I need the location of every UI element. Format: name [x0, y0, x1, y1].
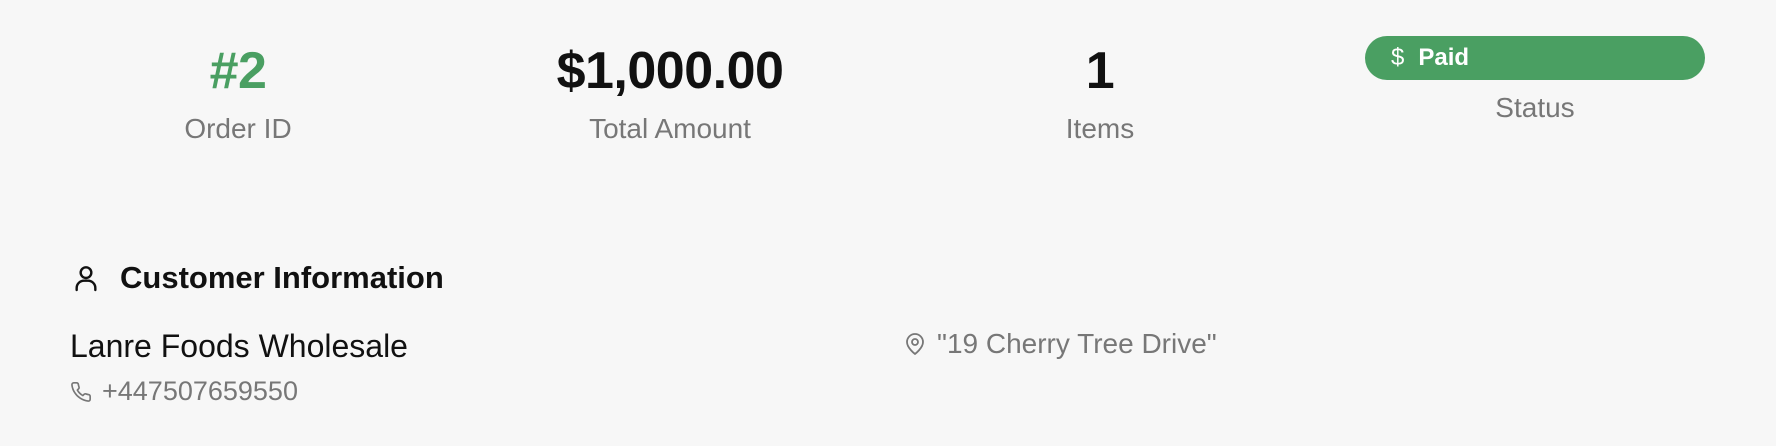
customer-address-text: "19 Cherry Tree Drive" [937, 328, 1217, 359]
dollar-icon: $ [1391, 44, 1405, 71]
customer-information-section: Customer Information Lanre Foods Wholesa… [70, 258, 1720, 406]
items-stat: 1 Items [930, 30, 1270, 146]
items-count-value: 1 [1085, 42, 1115, 100]
order-id-label: Order ID [184, 113, 292, 144]
status-badge-text: Paid [1418, 44, 1470, 71]
total-amount-stat: $1,000.00 Total Amount [500, 30, 840, 146]
items-label: Items [1065, 113, 1135, 144]
total-amount-label: Total Amount [589, 113, 751, 144]
order-id-value: #2 [209, 42, 267, 100]
order-id-stat: #2 Order ID [68, 30, 408, 146]
user-icon [70, 262, 102, 294]
status-badge: $ Paid [1365, 36, 1705, 80]
total-amount-value: $1,000.00 [556, 42, 784, 100]
customer-address: "19 Cherry Tree Drive" [903, 328, 1217, 360]
status-stat: $ Paid Status [1365, 30, 1705, 125]
map-pin-icon [903, 331, 927, 357]
order-details-page: #2 Order ID $1,000.00 Total Amount 1 Ite… [0, 0, 1776, 446]
status-label: Status [1495, 92, 1575, 123]
customer-phone-text: +447507659550 [102, 376, 298, 406]
customer-phone[interactable]: +447507659550 [70, 376, 298, 407]
order-summary: #2 Order ID $1,000.00 Total Amount 1 Ite… [0, 30, 1776, 150]
section-title: Customer Information [120, 260, 444, 295]
customer-name: Lanre Foods Wholesale [70, 328, 408, 364]
section-header: Customer Information [70, 258, 1720, 298]
phone-icon [70, 381, 92, 403]
